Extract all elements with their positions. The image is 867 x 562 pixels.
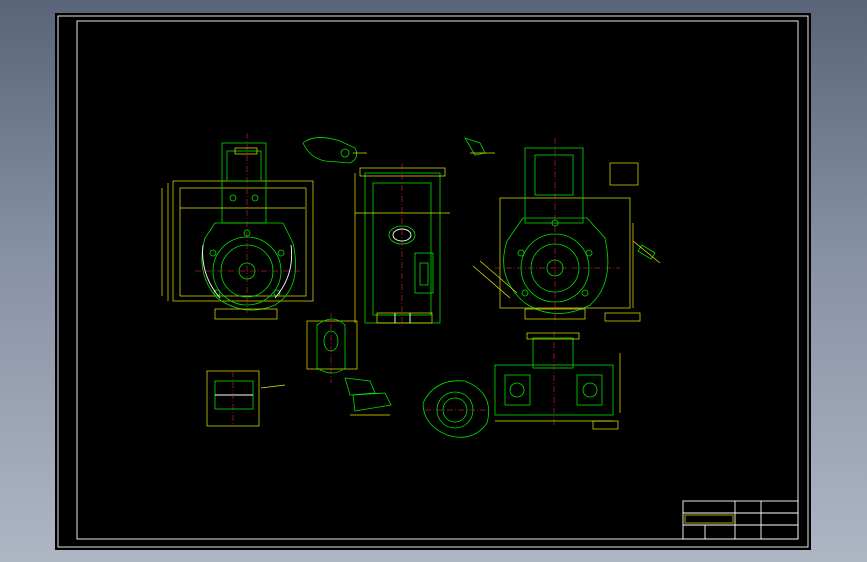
housing-front-view xyxy=(161,133,314,320)
detail-left xyxy=(206,370,286,427)
housing-bottom-section xyxy=(494,312,641,430)
detail-round xyxy=(422,380,490,438)
detail-small-right xyxy=(632,240,661,264)
cad-drawing xyxy=(57,15,809,548)
detail-boss xyxy=(306,313,376,396)
housing-side-view xyxy=(354,163,450,328)
housing-rear-view xyxy=(472,138,639,323)
drawing-sheet xyxy=(55,13,811,550)
title-block xyxy=(682,500,799,540)
section-view-top xyxy=(302,137,367,164)
detail-mid-bottom xyxy=(350,392,392,416)
detail-small xyxy=(464,137,495,156)
inner-frame xyxy=(76,20,799,540)
